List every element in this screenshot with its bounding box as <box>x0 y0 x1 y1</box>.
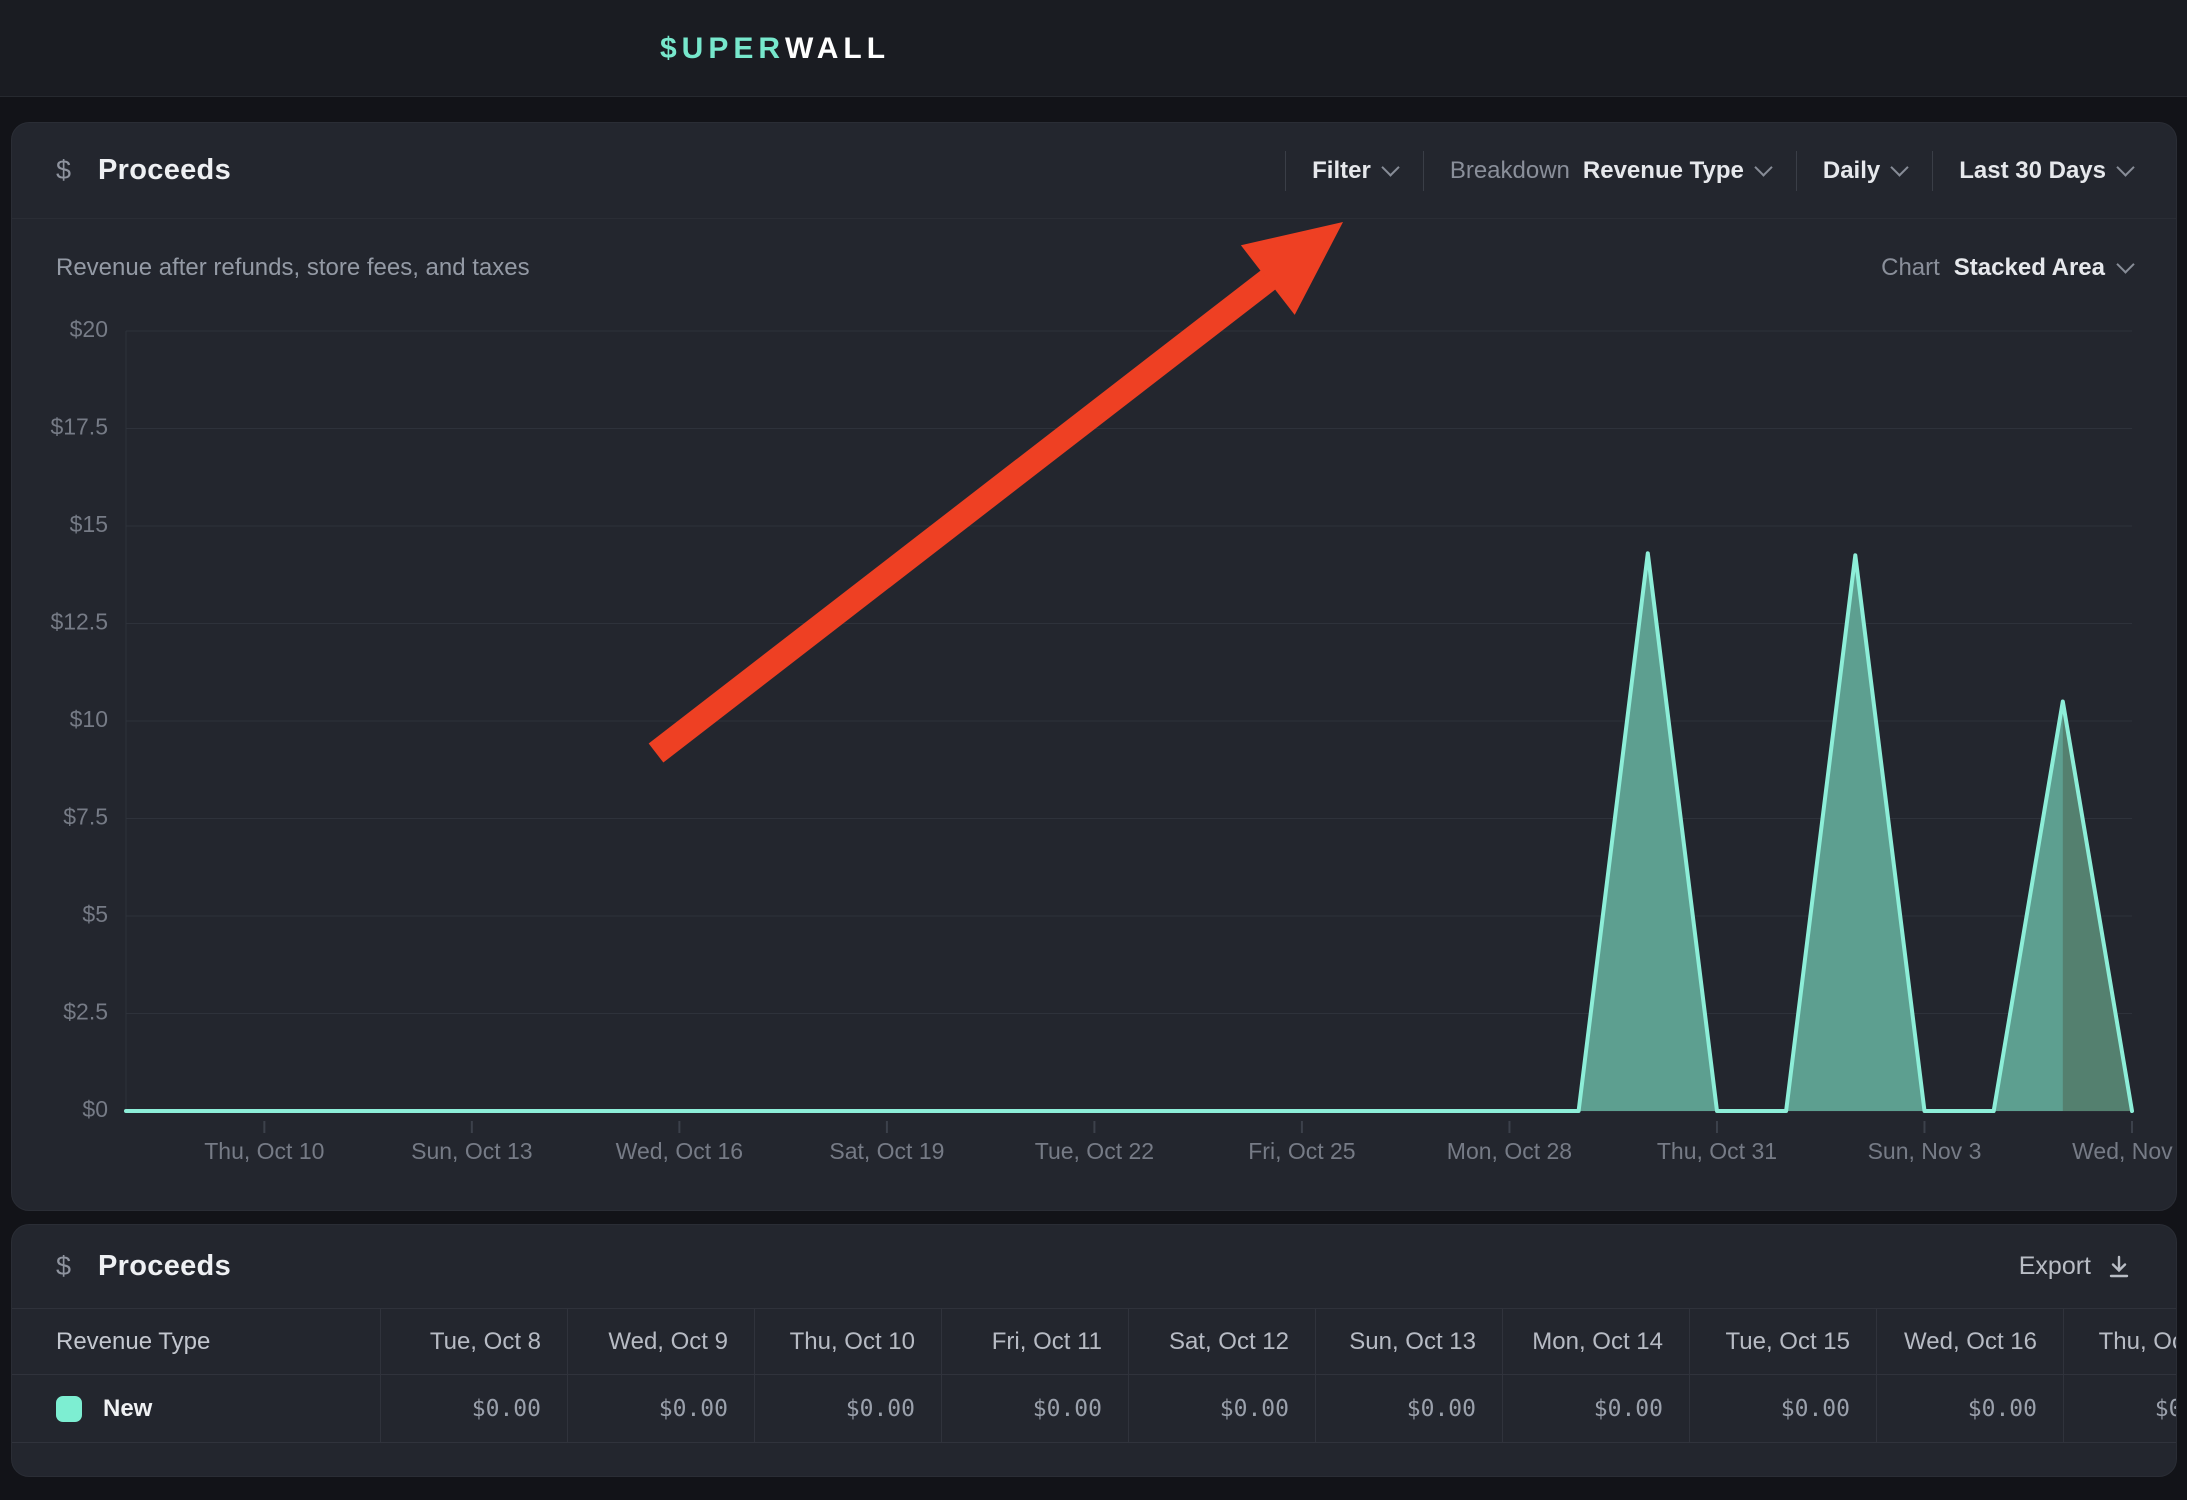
chevron-down-icon <box>1891 158 1909 176</box>
value-cell: $0.00 <box>1502 1375 1689 1443</box>
row-label: New <box>103 1395 152 1423</box>
column-header-date: Sat, Oct 12 <box>1128 1309 1315 1375</box>
filter-label: Filter <box>1312 157 1371 185</box>
y-axis-tick-label: $10 <box>70 706 108 732</box>
chart-card-title: Proceeds <box>98 154 231 187</box>
y-axis-tick-label: $20 <box>70 316 108 342</box>
column-header-date: Tue, Oct 15 <box>1689 1309 1876 1375</box>
chart-sub-row: Revenue after refunds, store fees, and t… <box>12 223 2176 313</box>
y-axis-tick-label: $17.5 <box>50 414 108 440</box>
export-button[interactable]: Export <box>2019 1252 2132 1281</box>
value-cell: $0.00 <box>1128 1375 1315 1443</box>
value-cell: $0.00 <box>2063 1375 2177 1443</box>
export-label: Export <box>2019 1252 2091 1281</box>
x-axis-tick-label: Fri, Oct 25 <box>1248 1138 1355 1164</box>
chart-controls: Filter Breakdown Revenue Type Daily Last… <box>1285 151 2132 191</box>
y-axis-tick-label: $5 <box>82 901 108 927</box>
x-axis-tick-label: Tue, Oct 22 <box>1035 1138 1154 1164</box>
dollar-icon: $ <box>56 1251 71 1282</box>
filter-dropdown[interactable]: Filter <box>1286 157 1423 185</box>
table-card-title: Proceeds <box>98 1250 231 1283</box>
value-cell: $0.00 <box>380 1375 567 1443</box>
y-axis-tick-label: $12.5 <box>50 609 108 635</box>
x-axis-tick-label: Mon, Oct 28 <box>1447 1138 1572 1164</box>
column-header-revenue-type: Revenue Type <box>12 1309 380 1375</box>
y-axis-tick-label: $7.5 <box>63 804 108 830</box>
column-header-date: Mon, Oct 14 <box>1502 1309 1689 1375</box>
legend-swatch-icon <box>56 1396 82 1422</box>
column-header-date: Fri, Oct 11 <box>941 1309 1128 1375</box>
value-cell: $0.00 <box>754 1375 941 1443</box>
superwall-logo[interactable]: $UPERWALL <box>660 0 890 97</box>
interval-dropdown[interactable]: Daily <box>1797 157 1932 185</box>
dollar-icon: $ <box>56 155 71 186</box>
proceeds-chart-card: $ Proceeds Filter Breakdown Revenue Type… <box>11 122 2177 1211</box>
y-axis-tick-label: $15 <box>70 511 108 537</box>
column-header-date: Tue, Oct 8 <box>380 1309 567 1375</box>
value-cell: $0.00 <box>567 1375 754 1443</box>
page: $UPERWALL $ Proceeds Filter Breakdown Re… <box>0 0 2187 1500</box>
x-axis-tick-label: Thu, Oct 10 <box>204 1138 324 1164</box>
column-header-date: Wed, Oct 9 <box>567 1309 754 1375</box>
x-axis-tick-label: Wed, Nov 6 <box>2072 1138 2176 1164</box>
chevron-down-icon <box>1754 158 1772 176</box>
table-header-row: Revenue TypeTue, Oct 8Wed, Oct 9Thu, Oct… <box>12 1309 2177 1375</box>
row-label-cell: New <box>12 1375 380 1443</box>
x-axis-tick-label: Sun, Oct 13 <box>411 1138 532 1164</box>
logo-accent: $UPER <box>660 32 785 66</box>
table-row: New$0.00$0.00$0.00$0.00$0.00$0.00$0.00$0… <box>12 1375 2177 1443</box>
column-header-date: Sun, Oct 13 <box>1315 1309 1502 1375</box>
x-axis-tick-label: Thu, Oct 31 <box>1657 1138 1777 1164</box>
x-axis-tick-label: Wed, Oct 16 <box>616 1138 743 1164</box>
value-cell: $0.00 <box>941 1375 1128 1443</box>
table-card-header: $ Proceeds Export <box>12 1225 2176 1309</box>
chart-card-header: $ Proceeds Filter Breakdown Revenue Type… <box>12 123 2176 219</box>
chart-type-value: Stacked Area <box>1954 254 2105 282</box>
logo-rest: WALL <box>785 32 890 66</box>
chevron-down-icon <box>2116 158 2134 176</box>
chevron-down-icon <box>2116 255 2134 273</box>
chevron-down-icon <box>1381 158 1399 176</box>
breakdown-label: Breakdown <box>1450 157 1570 185</box>
y-axis-tick-label: $2.5 <box>63 999 108 1025</box>
column-header-date: Wed, Oct 16 <box>1876 1309 2063 1375</box>
download-icon <box>2106 1254 2132 1280</box>
x-axis-tick-label: Sun, Nov 3 <box>1868 1138 1982 1164</box>
date-range-dropdown[interactable]: Last 30 Days <box>1933 157 2132 185</box>
breakdown-dropdown[interactable]: Breakdown Revenue Type <box>1424 157 1796 185</box>
column-header-date: Thu, Oct 10 <box>754 1309 941 1375</box>
breakdown-value: Revenue Type <box>1583 157 1744 185</box>
proceeds-table-card: $ Proceeds Export Revenue TypeTue, Oct 8… <box>11 1224 2177 1477</box>
topbar: $UPERWALL <box>0 0 2187 97</box>
y-axis-tick-label: $0 <box>82 1096 108 1122</box>
value-cell: $0.00 <box>1689 1375 1876 1443</box>
value-cell: $0.00 <box>1876 1375 2063 1443</box>
chart-type-dropdown[interactable]: Chart Stacked Area <box>1881 254 2132 282</box>
value-cell: $0.00 <box>1315 1375 1502 1443</box>
date-range-value: Last 30 Days <box>1959 157 2106 185</box>
x-axis-tick-label: Sat, Oct 19 <box>829 1138 944 1164</box>
interval-value: Daily <box>1823 157 1880 185</box>
chart-type-label: Chart <box>1881 254 1940 282</box>
revenue-table: Revenue TypeTue, Oct 8Wed, Oct 9Thu, Oct… <box>12 1309 2177 1443</box>
chart-subtitle: Revenue after refunds, store fees, and t… <box>56 254 530 282</box>
column-header-date: Thu, Oct 17 <box>2063 1309 2177 1375</box>
